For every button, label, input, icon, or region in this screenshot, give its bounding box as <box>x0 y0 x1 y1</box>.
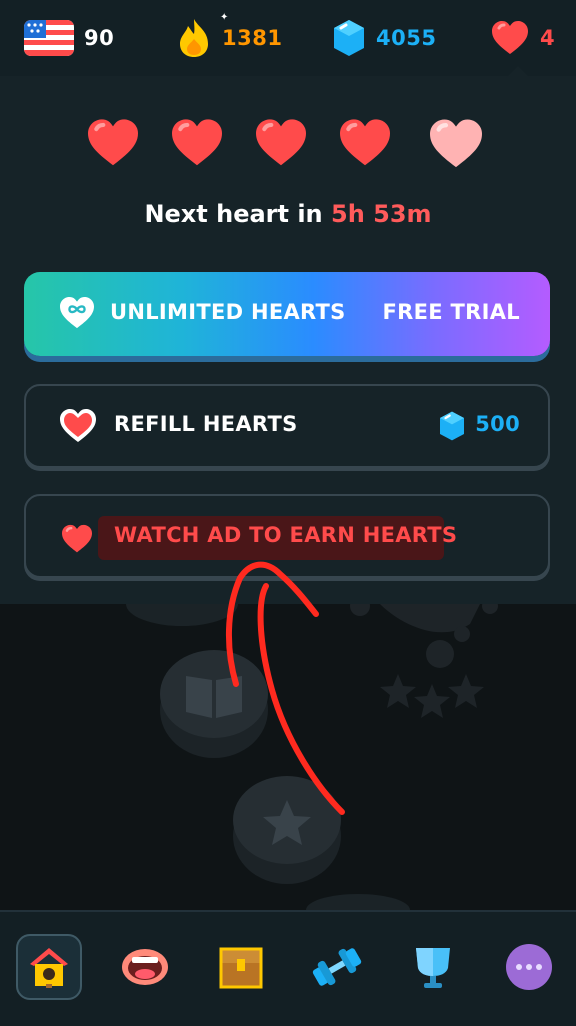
refill-hearts-button[interactable]: REFILL HEARTS 500 <box>24 384 550 468</box>
unlimited-hearts-button[interactable]: UNLIMITED HEARTS FREE TRIAL <box>24 272 550 356</box>
free-trial-label: FREE TRIAL <box>382 300 520 324</box>
star-lesson-node <box>233 776 341 884</box>
heart-full-icon <box>172 119 222 166</box>
map-art <box>126 604 498 910</box>
gems-value: 4055 <box>376 26 437 50</box>
fire-icon <box>180 19 208 57</box>
next-heart-label: Next heart in <box>144 200 323 228</box>
heart-icon <box>62 524 92 553</box>
watch-ad-button[interactable]: WATCH AD TO EARN HEARTS <box>24 494 550 578</box>
streak-stat[interactable]: ✦ 1381 <box>176 12 283 58</box>
heart-full-icon <box>88 119 138 166</box>
language-stat[interactable]: 90 <box>24 18 114 58</box>
watch-ad-label: WATCH AD TO EARN HEARTS <box>114 523 458 547</box>
gems-stat[interactable]: 4055 <box>332 18 436 58</box>
lesson-map <box>0 604 576 910</box>
treasure-chest-icon <box>219 947 263 989</box>
gem-icon <box>334 20 364 56</box>
home-birdhouse-icon <box>30 948 68 988</box>
nav-home[interactable] <box>16 934 82 1000</box>
nav-more[interactable] <box>496 934 562 1000</box>
heart-full-icon <box>256 119 306 166</box>
heart-empty-icon <box>430 119 482 168</box>
dumbbell-icon <box>312 948 362 986</box>
sparkle-icon: ✦ <box>220 12 229 23</box>
unlimited-hearts-label: UNLIMITED HEARTS <box>110 300 346 324</box>
heart-icon <box>492 21 528 54</box>
top-stats-bar: 90 ✦ 1381 4055 4 <box>0 0 576 78</box>
shield-league-icon <box>416 948 450 988</box>
nav-chest[interactable] <box>208 934 274 1000</box>
nav-speak[interactable] <box>112 934 178 1000</box>
refill-heart-icon <box>60 409 96 442</box>
nav-leagues[interactable] <box>400 934 466 1000</box>
refill-hearts-label: REFILL HEARTS <box>114 412 298 436</box>
next-heart-time: 5h 53m <box>331 200 432 228</box>
book-lesson-node <box>160 650 268 758</box>
refill-cost-value: 500 <box>475 412 520 436</box>
language-streak-value: 90 <box>84 26 115 50</box>
nav-practice[interactable] <box>304 934 370 1000</box>
infinity-heart-icon <box>60 296 94 329</box>
gem-icon <box>440 411 464 441</box>
next-heart-timer: Next heart in 5h 53m <box>0 200 576 228</box>
streak-value: 1381 <box>222 26 283 50</box>
hearts-row <box>80 118 490 170</box>
heart-full-icon <box>340 119 390 166</box>
hearts-stat[interactable]: 4 <box>490 18 555 58</box>
bottom-nav <box>0 910 576 1026</box>
mouth-speaking-icon <box>122 949 168 985</box>
more-dots-icon <box>506 944 552 990</box>
panel-caret <box>506 66 530 78</box>
hearts-value: 4 <box>540 26 556 50</box>
us-flag-icon <box>24 20 74 56</box>
